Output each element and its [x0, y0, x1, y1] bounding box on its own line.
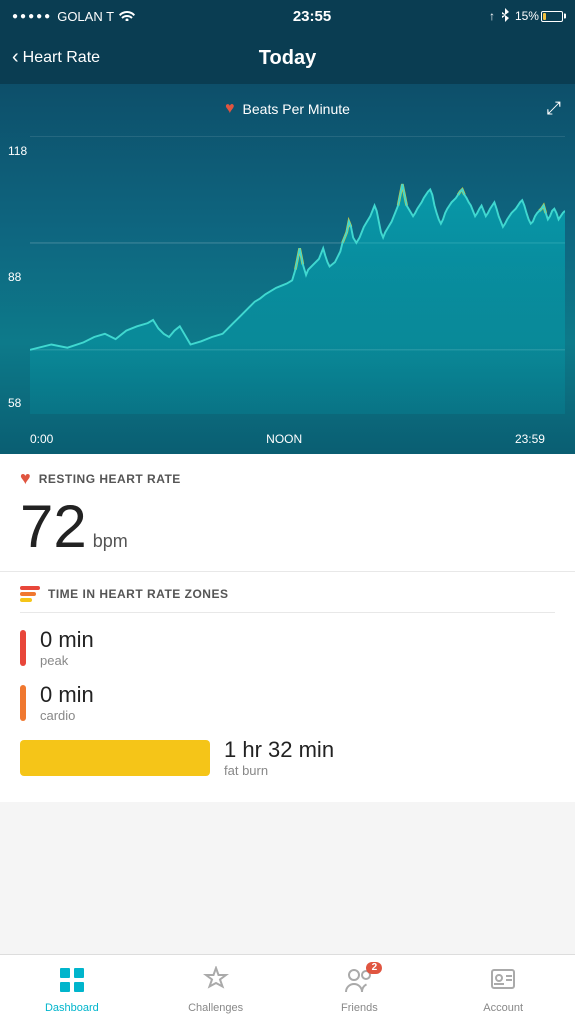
cardio-duration: 0 min — [40, 682, 94, 708]
cardio-indicator-bar — [20, 685, 26, 721]
page-header: ‹ Heart Rate Today — [0, 32, 575, 84]
friends-label: Friends — [341, 1002, 378, 1014]
fatburn-duration: 1 hr 32 min — [224, 737, 334, 763]
cardio-label: cardio — [40, 708, 555, 723]
cardio-duration-row: 0 min — [40, 682, 555, 708]
peak-zone-info: 0 min peak — [40, 627, 555, 668]
peak-zone-row: 0 min peak — [20, 627, 555, 668]
chart-legend: ♥ Beats Per Minute — [0, 94, 575, 124]
back-label: Heart Rate — [23, 49, 100, 67]
expand-icon[interactable]: ⤢ — [547, 98, 561, 119]
fatburn-zone-row: 1 hr 32 min fat burn — [20, 737, 555, 778]
bottom-navigation: Dashboard Challenges 2 Friends — [0, 954, 575, 1024]
fatburn-label: fat burn — [224, 763, 555, 778]
peak-duration-row: 0 min — [40, 627, 555, 653]
dashboard-label: Dashboard — [45, 1002, 99, 1014]
chart-x-axis: 0:00 NOON 23:59 — [0, 432, 575, 446]
battery-indicator: 15% — [515, 9, 563, 23]
dashboard-icon — [58, 966, 86, 998]
fatburn-bar-fill — [20, 740, 210, 776]
back-button[interactable]: ‹ Heart Rate — [12, 47, 100, 69]
peak-indicator-bar — [20, 630, 26, 666]
zones-icon-cardio — [20, 592, 36, 596]
y-label-low: 58 — [8, 396, 27, 410]
nav-item-account[interactable]: Account — [468, 966, 538, 1014]
y-label-mid: 88 — [8, 270, 27, 284]
resting-heart-icon: ♥ — [20, 468, 31, 489]
account-label: Account — [483, 1002, 523, 1014]
nav-item-dashboard[interactable]: Dashboard — [37, 966, 107, 1014]
location-icon: ↑ — [489, 9, 495, 23]
resting-heart-rate-section: ♥ RESTING HEART RATE 72 bpm — [0, 454, 575, 572]
zones-title-row: TIME IN HEART RATE ZONES — [20, 586, 555, 613]
resting-hr-value-row: 72 bpm — [20, 497, 555, 557]
resting-hr-number: 72 — [20, 497, 87, 557]
heart-rate-chart-container: ♥ Beats Per Minute ⤢ 118 88 58 — [0, 84, 575, 454]
friends-icon: 2 — [344, 966, 374, 998]
x-label-noon: NOON — [266, 432, 302, 446]
x-label-end: 23:59 — [515, 432, 545, 446]
cardio-zone-info: 0 min cardio — [40, 682, 555, 723]
bluetooth-icon — [500, 8, 510, 25]
resting-hr-unit: bpm — [93, 531, 128, 552]
battery-fill — [543, 13, 546, 20]
heart-rate-graph — [30, 136, 565, 414]
zones-icon-fatburn — [20, 598, 32, 602]
fatburn-duration-row: 1 hr 32 min — [224, 737, 555, 763]
zones-icon-peak — [20, 586, 40, 590]
peak-duration: 0 min — [40, 627, 94, 653]
x-label-start: 0:00 — [30, 432, 53, 446]
status-bar: ●●●●● GOLAN T 23:55 ↑ 15% — [0, 0, 575, 32]
status-right: ↑ 15% — [489, 8, 563, 25]
nav-item-challenges[interactable]: Challenges — [181, 966, 251, 1014]
heart-icon: ♥ — [225, 100, 235, 118]
carrier-name: GOLAN T — [57, 9, 114, 24]
page-title: Today — [259, 47, 316, 70]
peak-label: peak — [40, 653, 555, 668]
battery-body — [541, 11, 563, 22]
friends-badge: 2 — [366, 962, 382, 974]
cardio-zone-row: 0 min cardio — [20, 682, 555, 723]
battery-percent: 15% — [515, 9, 539, 23]
zones-icon — [20, 586, 40, 602]
resting-hr-title-row: ♥ RESTING HEART RATE — [20, 468, 555, 489]
chart-legend-label: Beats Per Minute — [243, 101, 350, 117]
chart-svg-area — [30, 136, 565, 414]
signal-dots: ●●●●● — [12, 11, 52, 22]
challenges-label: Challenges — [188, 1002, 243, 1014]
heart-rate-zones-section: TIME IN HEART RATE ZONES 0 min peak 0 mi… — [0, 572, 575, 802]
fatburn-zone-info: 1 hr 32 min fat burn — [224, 737, 555, 778]
challenges-icon — [202, 966, 230, 998]
y-label-high: 118 — [8, 144, 27, 158]
status-time: 23:55 — [293, 8, 331, 25]
chart-y-axis: 118 88 58 — [8, 144, 27, 410]
account-icon — [489, 966, 517, 998]
chevron-left-icon: ‹ — [12, 46, 19, 69]
resting-hr-title: RESTING HEART RATE — [39, 472, 181, 486]
zones-title: TIME IN HEART RATE ZONES — [48, 587, 228, 601]
status-left: ●●●●● GOLAN T — [12, 9, 135, 24]
nav-item-friends[interactable]: 2 Friends — [324, 966, 394, 1014]
wifi-icon — [119, 9, 135, 24]
